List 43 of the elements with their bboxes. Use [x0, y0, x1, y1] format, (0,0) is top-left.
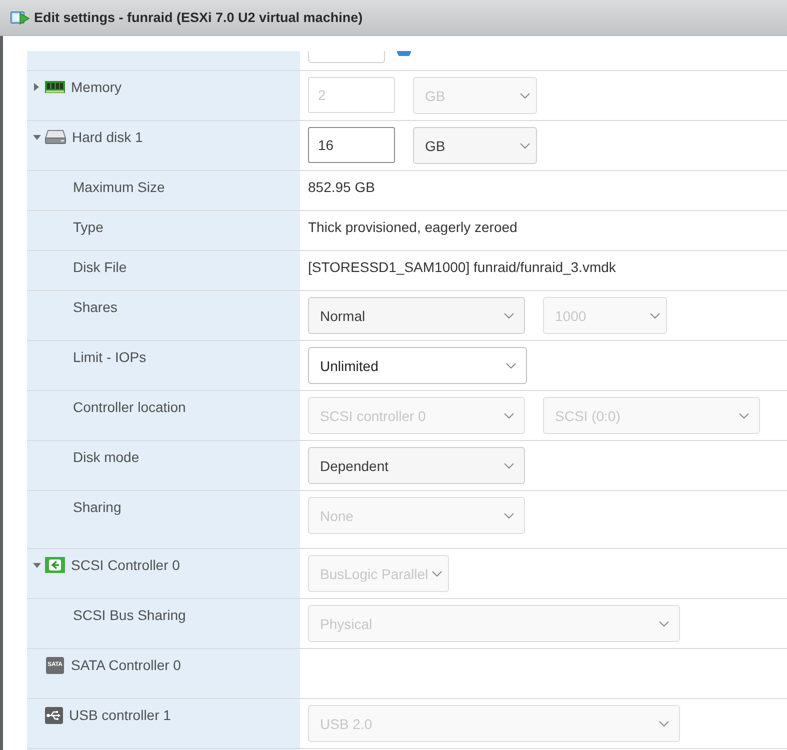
number-field[interactable]: 16 [308, 127, 395, 163]
chevron-down-icon [504, 512, 514, 518]
device-label: SATA Controller 0 [71, 657, 181, 673]
dropdown-select[interactable]: Unlimited [308, 347, 527, 384]
dropdown-select[interactable]: GB [413, 127, 537, 164]
device-label: SCSI Controller 0 [71, 557, 180, 573]
setting-label: Limit - IOPs [73, 349, 146, 365]
setting-label: Type [73, 219, 104, 235]
chevron-down-icon [659, 620, 669, 626]
dropdown-select[interactable]: Dependent [308, 447, 525, 484]
chevron-down-icon [506, 362, 516, 368]
chevron-down-icon [504, 312, 514, 318]
usb-icon [45, 706, 63, 724]
setting-value: [STORESSD1_SAM1000] funraid/funraid_3.vmdk [308, 259, 616, 275]
chevron-down-icon [504, 462, 514, 468]
chevron-down-icon [520, 92, 530, 98]
chevron-down-icon [504, 412, 514, 418]
chevron-down-icon [659, 720, 669, 726]
input-field[interactable] [308, 51, 385, 63]
dropdown-select[interactable]: Normal [308, 297, 525, 334]
ram-icon [45, 81, 65, 93]
setting-label: SCSI Bus Sharing [73, 607, 186, 623]
setting-label: Sharing [73, 499, 122, 515]
chevron-down-icon [650, 312, 660, 318]
setting-label: Controller location [73, 399, 186, 415]
setting-label: Maximum Size [73, 179, 165, 195]
hard-disk-icon [45, 130, 66, 144]
caret-down-icon[interactable] [33, 562, 41, 568]
setting-value: Thick provisioned, eagerly zeroed [308, 219, 518, 235]
caret-right-icon[interactable] [34, 83, 39, 91]
device-label: Hard disk 1 [72, 129, 143, 145]
setting-label: Disk File [73, 259, 127, 275]
setting-label: Shares [73, 299, 118, 315]
window-title: Edit settings - funraid (ESXi 7.0 U2 virtual machine) [34, 10, 363, 25]
setting-value: 852.95 GB [308, 179, 375, 195]
chevron-down-icon [520, 142, 530, 148]
chevron-down-icon [432, 570, 442, 576]
arrow-tile-icon [45, 557, 65, 573]
caret-down-icon[interactable] [33, 134, 41, 140]
device-label: USB controller 1 [69, 707, 171, 723]
device-label: Memory [71, 79, 122, 95]
setting-label: Disk mode [73, 449, 140, 465]
chevron-down-icon [739, 412, 749, 418]
